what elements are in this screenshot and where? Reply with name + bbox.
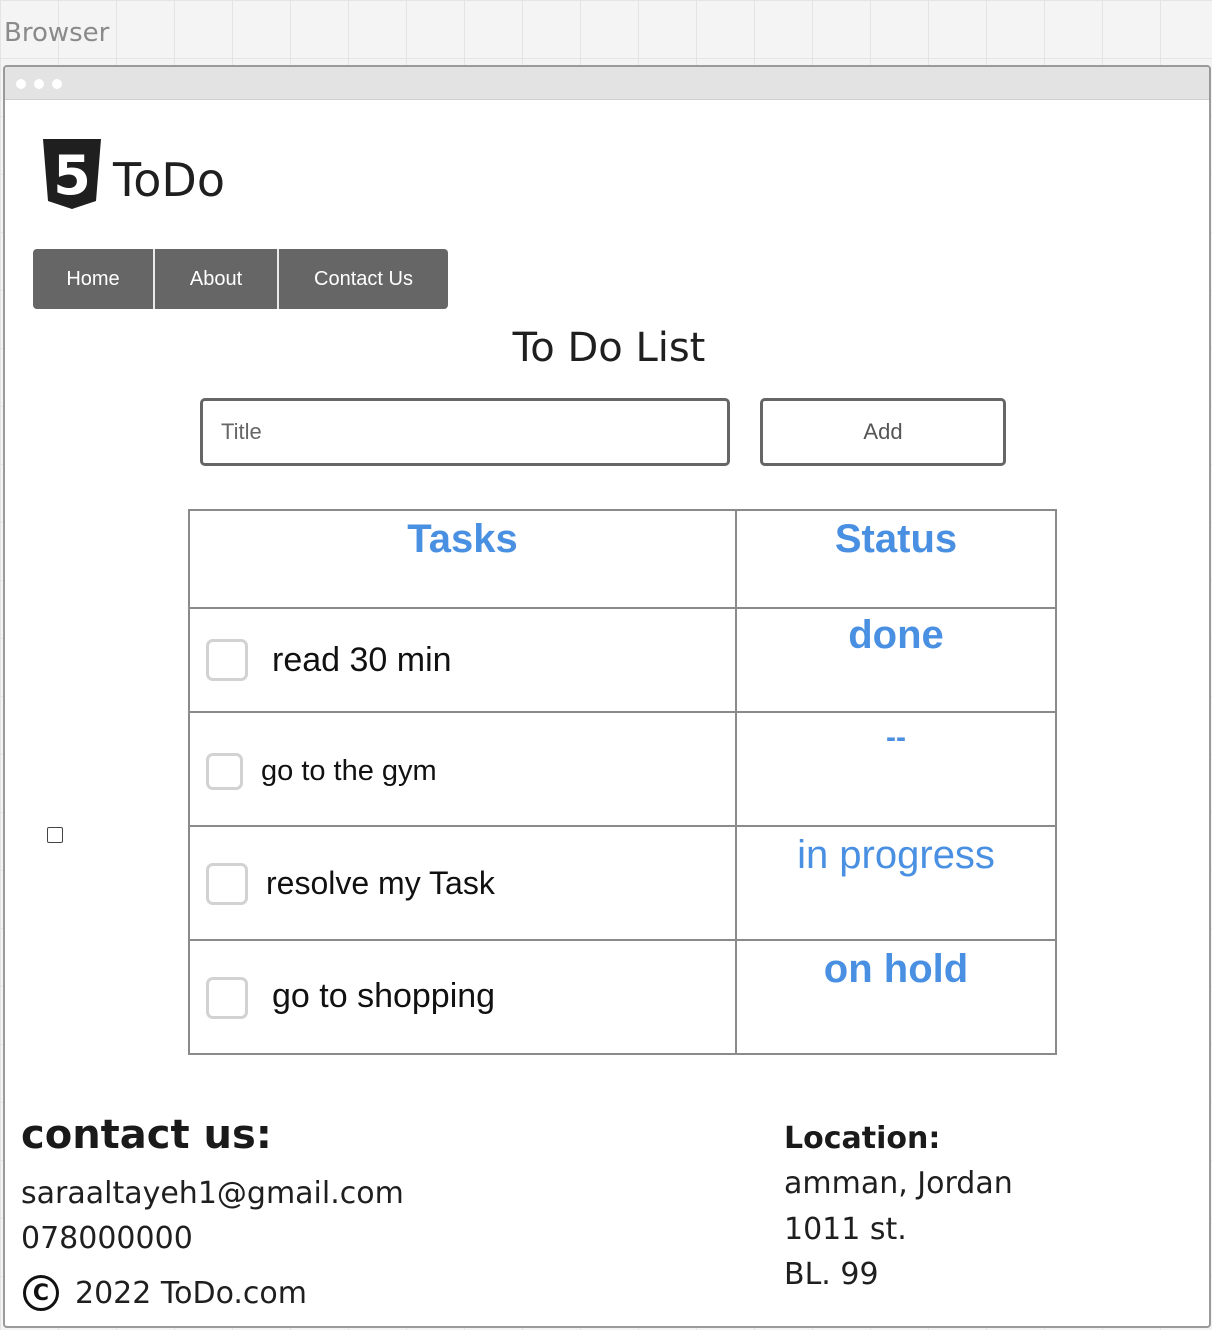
task-checkbox[interactable] bbox=[206, 753, 243, 790]
task-table: Tasks Status read 30 min done go to the … bbox=[188, 509, 1057, 1055]
task-cell: go to the gym bbox=[190, 713, 737, 825]
task-cell: resolve my Task bbox=[190, 827, 737, 939]
table-row: resolve my Task in progress bbox=[190, 825, 1055, 939]
table-header-row: Tasks Status bbox=[190, 511, 1055, 607]
task-checkbox[interactable] bbox=[206, 639, 248, 681]
status-cell: on hold bbox=[737, 941, 1055, 1053]
table-row: read 30 min done bbox=[190, 607, 1055, 711]
task-label: resolve my Task bbox=[266, 865, 495, 901]
contact-phone: 078000000 bbox=[21, 1221, 193, 1256]
contact-section: contact us: saraaltayeh1@gmail.com 07800… bbox=[21, 1107, 404, 1261]
copyright-icon: C bbox=[23, 1275, 59, 1311]
logo-glyph: 5 bbox=[53, 144, 91, 207]
task-label: go to shopping bbox=[272, 977, 496, 1015]
task-title-input[interactable] bbox=[200, 398, 730, 466]
contact-email[interactable]: saraaltayeh1@gmail.com bbox=[21, 1171, 404, 1216]
task-label: go to the gym bbox=[261, 755, 437, 787]
status-label: -- bbox=[886, 721, 906, 754]
status-label: on hold bbox=[823, 947, 969, 991]
location-line: 1011 st. bbox=[784, 1211, 907, 1247]
task-checkbox[interactable] bbox=[206, 977, 248, 1019]
app-title: ToDo bbox=[113, 153, 225, 207]
status-column-header: Status bbox=[834, 517, 958, 561]
tasks-column-header: Tasks bbox=[407, 517, 518, 561]
nav-about-button[interactable]: About bbox=[153, 249, 277, 309]
table-row: go to the gym -- bbox=[190, 711, 1055, 825]
window-dot-icon bbox=[34, 79, 44, 89]
browser-titlebar bbox=[5, 67, 1209, 100]
location-section: Location: amman, Jordan 1011 st. BL. 99 bbox=[784, 1117, 1013, 1298]
location-line: BL. 99 bbox=[784, 1257, 879, 1292]
location-line: amman, Jordan bbox=[784, 1166, 1013, 1201]
checkbox[interactable] bbox=[47, 827, 63, 843]
html5-icon: 5 bbox=[43, 139, 101, 209]
table-row: go to shopping on hold bbox=[190, 939, 1055, 1053]
main-nav: Home About Contact Us bbox=[33, 249, 448, 309]
task-label: read 30 min bbox=[272, 641, 452, 679]
copyright: C 2022 ToDo.com bbox=[23, 1275, 307, 1311]
contact-heading: contact us: bbox=[21, 1112, 272, 1158]
window-dot-icon bbox=[52, 79, 62, 89]
copyright-text: 2022 ToDo.com bbox=[75, 1275, 308, 1311]
status-cell: -- bbox=[737, 713, 1055, 825]
status-header-cell: Status bbox=[737, 511, 1055, 607]
task-checkbox[interactable] bbox=[206, 863, 248, 905]
task-cell: read 30 min bbox=[190, 609, 737, 711]
window-dot-icon bbox=[16, 79, 26, 89]
browser-window: 5 ToDo Home About Contact Us To Do List … bbox=[3, 65, 1211, 1328]
nav-home-button[interactable]: Home bbox=[33, 249, 153, 309]
task-cell: go to shopping bbox=[190, 941, 737, 1053]
page-title: To Do List bbox=[512, 325, 706, 371]
status-cell: done bbox=[737, 609, 1055, 711]
location-heading: Location: bbox=[784, 1121, 941, 1156]
status-label: in progress bbox=[797, 833, 995, 877]
status-label: done bbox=[848, 613, 944, 657]
status-cell: in progress bbox=[737, 827, 1055, 939]
add-task-button[interactable]: Add bbox=[760, 398, 1006, 466]
tasks-header-cell: Tasks bbox=[190, 511, 737, 607]
nav-contact-button[interactable]: Contact Us bbox=[277, 249, 448, 309]
canvas-label: Browser bbox=[4, 18, 110, 48]
